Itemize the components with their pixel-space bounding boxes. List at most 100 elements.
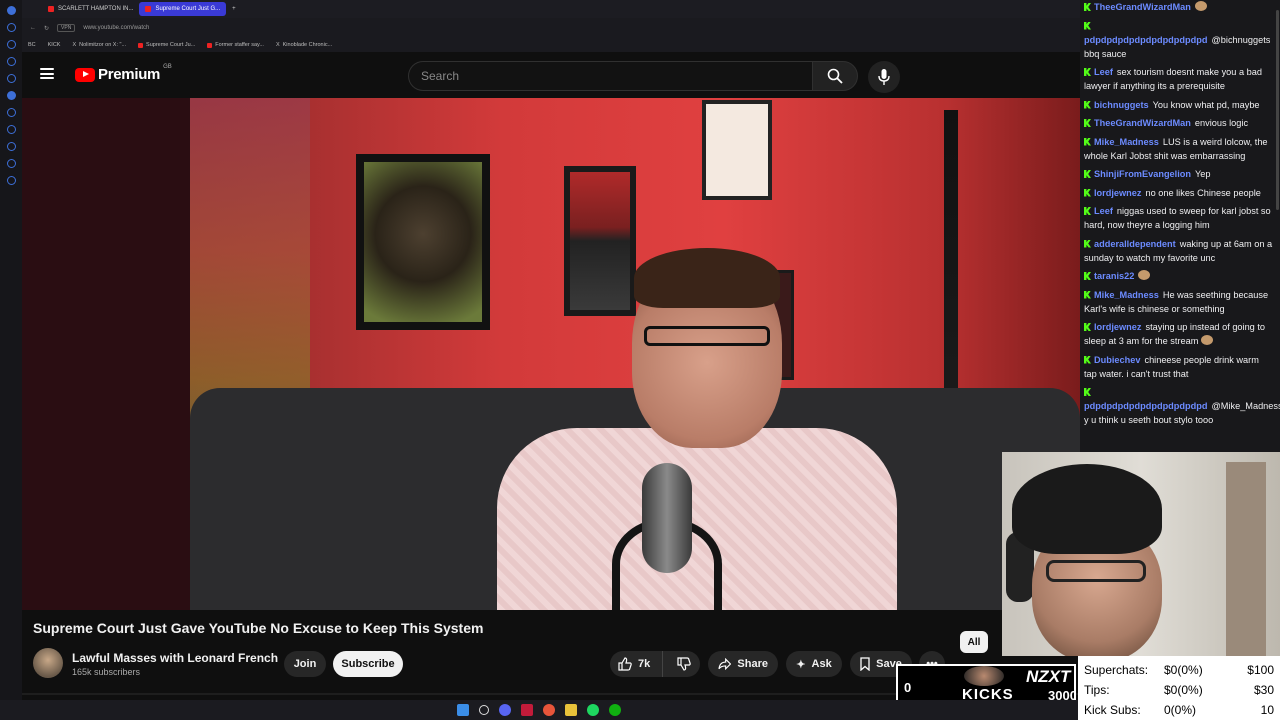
- chat-username[interactable]: Dubiechev: [1094, 355, 1140, 365]
- chat-username[interactable]: lordjewnez: [1094, 322, 1141, 332]
- chat-username[interactable]: pdpdpdpdpdpdpdpdpdpdpd: [1084, 35, 1207, 45]
- obs-icon[interactable]: [521, 704, 533, 716]
- chat-username[interactable]: bichnuggets: [1094, 100, 1149, 110]
- x-icon: X: [275, 42, 280, 48]
- windows-start-icon[interactable]: [457, 704, 469, 716]
- record-picture-frame: [564, 166, 636, 316]
- chat-username[interactable]: TheeGrandWizardMan: [1094, 2, 1191, 12]
- filter-chip-all[interactable]: All: [960, 631, 988, 653]
- bookmark[interactable]: Former staffer say...: [207, 42, 264, 48]
- stat-row: Tips: $0(0%) $30: [1084, 680, 1274, 700]
- search-input[interactable]: Search: [408, 61, 812, 91]
- kick-badge-icon: [1084, 239, 1091, 248]
- back-icon[interactable]: ←: [30, 25, 36, 31]
- stat-value: $0(0%): [1164, 663, 1203, 677]
- file-explorer-icon[interactable]: [565, 704, 577, 716]
- chat-username[interactable]: Leef: [1094, 206, 1113, 216]
- stat-value: $0(0%): [1164, 683, 1203, 697]
- chat-text: You know what pd, maybe: [1152, 99, 1260, 110]
- screen: SCARLETT HAMPTON IN... Supreme Court Jus…: [0, 0, 1280, 720]
- chat-message: Leef sex tourism doesnt make you a bad la…: [1084, 65, 1274, 93]
- emote-icon: [1194, 1, 1207, 11]
- chat-message: pdpdpdpdpdpdpdpdpdpdpd @bichnuggets bbq s…: [1084, 19, 1274, 61]
- subscribe-button[interactable]: Subscribe: [333, 651, 403, 677]
- youtube-favicon-icon: [207, 42, 213, 48]
- subscriber-count: 165k subscribers: [72, 667, 141, 677]
- browser-icon[interactable]: [543, 704, 555, 716]
- kick-badge-icon: [1084, 323, 1091, 331]
- chat-username[interactable]: lordjewnez: [1094, 188, 1141, 198]
- chat-text: no one likes Chinese people: [1145, 187, 1261, 198]
- kick-badge-icon: [1084, 137, 1091, 146]
- bookmark[interactable]: Supreme Court Ju...: [138, 42, 195, 48]
- chat-username[interactable]: Mike_Madness: [1094, 137, 1159, 147]
- search-icon[interactable]: [479, 705, 489, 715]
- kick-badge-icon: [1084, 3, 1091, 11]
- chat-username[interactable]: TheeGrandWizardMan: [1094, 118, 1191, 128]
- browser-tab-active[interactable]: Supreme Court Just G...: [139, 2, 227, 16]
- video-player[interactable]: [22, 98, 1080, 610]
- sparkle-icon: ✦: [796, 658, 806, 671]
- ask-button[interactable]: ✦ Ask: [786, 651, 842, 677]
- stat-row: Kick Subs: 0(0%) 10: [1084, 700, 1274, 720]
- join-button[interactable]: Join: [284, 651, 326, 677]
- sidebar-icon[interactable]: [6, 91, 16, 100]
- bookmark[interactable]: X Kinoblade Chronic...: [276, 42, 332, 48]
- kicks-count: 0: [904, 680, 912, 695]
- sidebar-icon[interactable]: [6, 23, 16, 32]
- bookmark[interactable]: X Nolimitzor on X: "...: [72, 42, 126, 48]
- stat-goal: $30: [1253, 683, 1274, 697]
- share-button[interactable]: Share: [708, 651, 778, 677]
- menu-icon[interactable]: [40, 68, 54, 79]
- youtube-favicon-icon: [48, 6, 54, 12]
- chat-message: Mike_Madness LUS is a weird lolcow, the w…: [1084, 135, 1274, 163]
- bookmark[interactable]: KICK: [48, 42, 61, 48]
- like-button[interactable]: 7k: [610, 651, 663, 677]
- stat-goal: 10: [1260, 703, 1274, 717]
- chat-username[interactable]: Mike_Madness: [1094, 290, 1159, 300]
- sidebar-icon[interactable]: [6, 108, 16, 117]
- sidebar-icon[interactable]: [6, 74, 16, 83]
- search-button[interactable]: [812, 61, 858, 91]
- chat-username[interactable]: ShinjiFromEvangelion: [1094, 169, 1191, 179]
- chat-message: lordjewnez no one likes Chinese people: [1084, 186, 1274, 200]
- kick-badge-icon: [1084, 207, 1091, 215]
- chat-message: lordjewnez staying up instead of going to…: [1084, 320, 1274, 348]
- kick-badge-icon: [1084, 355, 1091, 364]
- sidebar-icon[interactable]: [6, 159, 16, 168]
- youtube-play-icon: [75, 67, 95, 82]
- chat-username[interactable]: Leef: [1094, 67, 1113, 77]
- share-icon: [718, 658, 732, 670]
- channel-avatar[interactable]: [33, 648, 63, 678]
- browser-logo-icon[interactable]: [6, 6, 16, 15]
- chat-text: Yep: [1195, 169, 1211, 179]
- chat-scrollbar[interactable]: [1276, 10, 1279, 210]
- like-count: 7k: [638, 658, 651, 670]
- sidebar-icon[interactable]: [6, 40, 16, 49]
- sidebar-icon[interactable]: [6, 142, 16, 151]
- sidebar-icon[interactable]: [6, 125, 16, 134]
- chat-username[interactable]: pdpdpdpdpdpdpdpdpdpdpd: [1084, 401, 1207, 411]
- chat-username[interactable]: taranis22: [1094, 271, 1134, 281]
- browser-side-rail: [0, 0, 22, 700]
- sidebar-icon[interactable]: [6, 57, 16, 66]
- vpn-badge[interactable]: VPN: [57, 24, 76, 32]
- kick-badge-icon: [1084, 68, 1091, 76]
- new-tab-button[interactable]: +: [226, 2, 242, 16]
- windows-taskbar: [0, 700, 1078, 720]
- channel-name[interactable]: Lawful Masses with Leonard French: [72, 651, 278, 665]
- discord-icon[interactable]: [499, 704, 511, 716]
- sidebar-icon[interactable]: [6, 176, 16, 185]
- youtube-premium-logo[interactable]: Premium GB: [75, 64, 172, 83]
- browser-tab[interactable]: SCARLETT HAMPTON IN...: [42, 2, 139, 16]
- voice-search-button[interactable]: [868, 61, 900, 93]
- xbox-icon[interactable]: [609, 704, 621, 716]
- spotify-icon[interactable]: [587, 704, 599, 716]
- dislike-button[interactable]: [669, 651, 700, 677]
- url-field[interactable]: www.youtube.com/watch: [83, 25, 149, 31]
- reload-icon[interactable]: ↻: [44, 25, 49, 32]
- chat-message: Mike_Madness He was seething because Karl…: [1084, 288, 1274, 316]
- bookmark[interactable]: BC: [28, 42, 36, 48]
- kick-badge-icon: [1084, 21, 1091, 30]
- chat-username[interactable]: adderalldependent: [1094, 239, 1176, 249]
